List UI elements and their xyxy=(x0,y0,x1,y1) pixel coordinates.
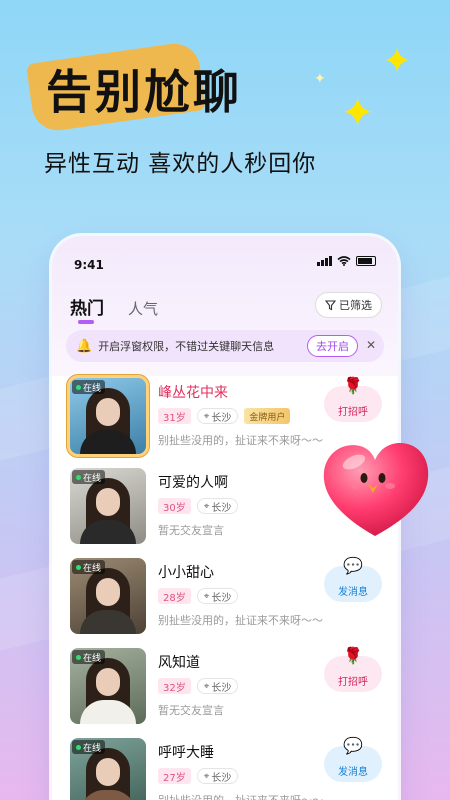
age-chip: 32岁 xyxy=(158,678,191,694)
user-name: 峰丛花中来 xyxy=(158,385,228,401)
avatar[interactable]: 在线 xyxy=(70,648,146,724)
user-row[interactable]: 在线 小小甜心 28岁 ⌖ 长沙 别扯些没用的，扯证来不来呀～～ 💬 发消息 xyxy=(52,556,398,646)
user-name: 风知道 xyxy=(158,655,200,671)
promo-subline: 异性互动 喜欢的人秒回你 xyxy=(44,151,317,177)
avatar[interactable]: 在线 xyxy=(70,738,146,800)
user-name: 小小甜心 xyxy=(158,565,214,581)
city-chip: ⌖ 长沙 xyxy=(196,678,239,694)
message-button[interactable]: 💬 发消息 xyxy=(324,556,382,602)
location-icon: ⌖ xyxy=(203,410,210,422)
gold-member-badge: 金牌用户 xyxy=(244,408,291,424)
user-row[interactable]: 在线 呼呼大睡 27岁 ⌖长沙 别扯些没用的，扯证来不来呀～～ 💬 发消息 xyxy=(52,736,398,800)
tab-popular[interactable]: 人气 xyxy=(128,298,158,319)
heart-mascot-icon xyxy=(318,440,432,540)
user-name: 可爱的人啊 xyxy=(158,475,228,491)
avatar[interactable]: 在线 xyxy=(70,558,146,634)
avatar[interactable]: 在线 xyxy=(70,378,146,454)
greet-button[interactable]: 🌹 打招呼 xyxy=(324,646,382,692)
rose-icon: 🌹 xyxy=(343,376,363,395)
age-chip: 28岁 xyxy=(158,588,191,604)
online-badge: 在线 xyxy=(72,650,106,664)
chat-bubble-icon: 💬 xyxy=(343,736,363,755)
user-name: 呼呼大睡 xyxy=(158,745,214,761)
filter-label: 已筛选 xyxy=(339,299,372,312)
age-chip: 31岁 xyxy=(158,408,191,424)
close-icon[interactable]: ✕ xyxy=(366,338,376,352)
online-badge: 在线 xyxy=(72,380,106,394)
user-row[interactable]: 在线 风知道 32岁 ⌖ 长沙 暂无交友宣言 🌹 打招呼 xyxy=(52,646,398,736)
tab-bar: 热门 人气 xyxy=(70,294,158,324)
tab-hot[interactable]: 热门 xyxy=(70,294,104,324)
city-chip: ⌖ 长沙 xyxy=(196,498,239,514)
enable-button[interactable]: 去开启 xyxy=(307,335,358,357)
user-bio: 别扯些没用的，扯证来不来呀～～ xyxy=(158,614,323,627)
sparkle-icon: ✦ xyxy=(340,88,376,137)
status-bar: 9:41 xyxy=(74,254,376,272)
rose-icon: 🌹 xyxy=(343,646,363,665)
city-chip: ⌖ 长沙 xyxy=(196,588,239,604)
location-icon: ⌖ xyxy=(203,500,210,512)
notice-text: 开启浮窗权限，不错过关键聊天信息 xyxy=(98,340,275,353)
location-icon: ⌖ xyxy=(203,590,210,602)
online-badge: 在线 xyxy=(72,560,106,574)
greet-button[interactable]: 🌹 打招呼 xyxy=(324,376,382,422)
user-bio: 暂无交友宣言 xyxy=(158,524,224,537)
city-chip: ⌖ 长沙 xyxy=(196,408,239,424)
user-bio: 暂无交友宣言 xyxy=(158,704,224,717)
filter-button[interactable]: 已筛选 xyxy=(315,292,382,318)
filter-icon xyxy=(325,299,336,310)
battery-icon xyxy=(356,256,376,266)
signal-icon xyxy=(317,256,332,266)
status-time: 9:41 xyxy=(74,258,104,272)
location-icon: ⌖ xyxy=(203,770,210,782)
online-badge: 在线 xyxy=(72,740,106,754)
user-bio: 别扯些没用的，扯证来不来呀～～ xyxy=(158,434,323,447)
online-badge: 在线 xyxy=(72,470,106,484)
promo-headline: 告别尬聊 xyxy=(46,65,242,119)
permission-notice: 🔔 开启浮窗权限，不错过关键聊天信息 去开启 ✕ xyxy=(66,330,384,362)
sparkle-icon: ✦ xyxy=(382,41,413,82)
chat-bubble-icon: 💬 xyxy=(343,556,363,575)
bell-icon: 🔔 xyxy=(76,338,93,354)
sparkle-icon: ✦ xyxy=(314,71,326,87)
age-chip: 27岁 xyxy=(158,768,191,784)
city-chip: ⌖ 长沙 xyxy=(196,768,239,784)
age-chip: 30岁 xyxy=(158,498,191,514)
location-icon: ⌖ xyxy=(203,680,210,692)
avatar[interactable]: 在线 xyxy=(70,468,146,544)
wifi-icon xyxy=(337,256,351,266)
user-bio: 别扯些没用的，扯证来不来呀～～ xyxy=(158,792,323,800)
message-button[interactable]: 💬 发消息 xyxy=(324,736,382,782)
